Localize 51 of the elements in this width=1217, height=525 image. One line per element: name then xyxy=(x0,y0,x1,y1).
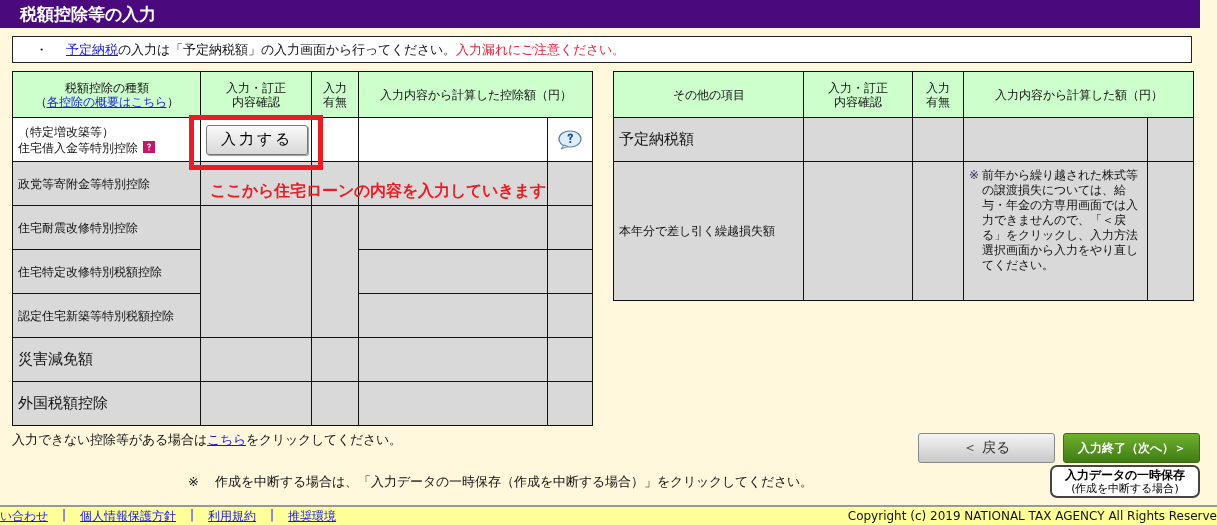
link[interactable]: 予定納税 xyxy=(66,41,118,57)
row-label: 災害減免額 xyxy=(18,350,93,368)
column-header: 入力内容から計算した額（円） xyxy=(993,87,1164,102)
column-header: 入力 xyxy=(322,80,348,95)
row-label: 住宅借入金等特別控除 xyxy=(18,140,138,155)
column-header: その他の項目 xyxy=(671,87,746,102)
question-bubble-icon[interactable] xyxy=(557,129,583,150)
column-header: 有無 xyxy=(322,94,348,109)
separator: | xyxy=(270,507,275,524)
column-header: 内容確認 xyxy=(231,94,281,109)
row-label: 認定住宅新築等特別税額控除 xyxy=(18,308,174,323)
note-text: 前年から繰り越された株式等の譲渡損失については、給与・年金の方専用画面では入力できませんので、「＜戻る」をクリックし、入力方法選択画面から入力をやり直してください。 xyxy=(982,168,1140,273)
copyright-text: Copyright (c) 2019 NATIONAL TAX AGENCY All Rights Reserve xyxy=(847,509,1217,523)
warning-text: 入力漏れにご注意ください。 xyxy=(456,41,625,57)
input-button[interactable]: 入力する xyxy=(206,124,308,155)
back-button[interactable]: ＜ 戻る xyxy=(918,433,1055,463)
help-icon[interactable] xyxy=(143,140,155,153)
next-button[interactable]: 入力終了（次へ）＞ xyxy=(1063,433,1200,463)
column-header: 入力 xyxy=(925,80,951,95)
link[interactable]: こちら xyxy=(207,432,246,447)
paren: （ xyxy=(34,94,47,109)
column-header: 入力・訂正 xyxy=(827,80,889,95)
column-header: 入力内容から計算した控除額（円） xyxy=(378,87,573,102)
column-header: 税額控除の種類 xyxy=(63,80,150,95)
row-label: 本年分で差し引く繰越損失額 xyxy=(619,224,775,238)
footer-link[interactable]: 利用規約 xyxy=(208,507,257,525)
separator: | xyxy=(62,507,67,524)
note-mark: ※ xyxy=(969,168,980,184)
help-text: 入力できない控除等がある場合は xyxy=(12,432,207,447)
row-label: 住宅特定改修特別税額控除 xyxy=(18,264,162,279)
row-label: 住宅耐震改修特別控除 xyxy=(18,220,138,235)
notice-text: の入力は「予定納税額」の入力画面から行ってください。 xyxy=(118,41,456,57)
column-header: 内容確認 xyxy=(833,94,883,109)
row-label: 政党等寄附金等特別控除 xyxy=(18,176,150,191)
row-label: （特定増改築等） xyxy=(18,124,114,139)
row-label: 外国税額控除 xyxy=(18,394,108,412)
separator: | xyxy=(190,507,195,524)
link[interactable]: 各控除の概要はこちら xyxy=(46,94,167,109)
row-label: 予定納税額 xyxy=(619,130,694,148)
column-header: 有無 xyxy=(925,94,951,109)
page-title: 税額控除等の入力 xyxy=(0,0,1200,28)
footer-link[interactable]: 個人情報保護方針 xyxy=(80,507,177,525)
paren: ） xyxy=(166,94,179,109)
note-text: 作成を中断する場合は、「入力データの一時保存（作成を中断する場合）」をクリックしてください。 xyxy=(214,473,813,489)
save-button[interactable]: 入力データの一時保存 (作成を中断する場合) xyxy=(1050,465,1200,498)
footer-link[interactable]: い合わせ xyxy=(0,507,48,525)
note-mark: ※ xyxy=(188,473,199,489)
column-header: 入力・訂正 xyxy=(225,80,287,95)
help-text: をクリックしてください。 xyxy=(246,432,402,447)
footer-link[interactable]: 推奨環境 xyxy=(288,507,337,525)
bullet-mark: ・ xyxy=(35,40,48,59)
